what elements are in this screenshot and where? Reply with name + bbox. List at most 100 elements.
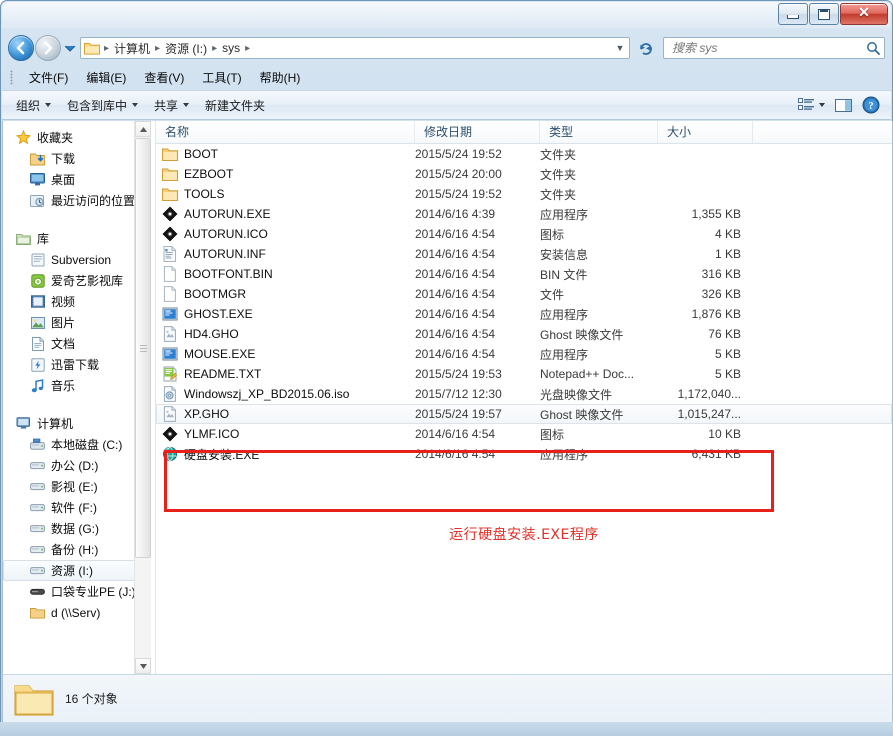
search-input[interactable] <box>664 41 862 55</box>
sidebar-item-favorites[interactable]: 收藏夹 <box>3 127 151 148</box>
file-name-cell: AUTORUN.ICO <box>156 226 415 242</box>
file-date-cell: 2014/6/16 4:54 <box>415 327 540 341</box>
menu-view[interactable]: 查看(V) <box>135 66 193 89</box>
recent-places-icon <box>29 193 46 209</box>
sidebar-label: 软件 (F:) <box>51 499 97 516</box>
share-button[interactable]: 共享 <box>146 93 197 118</box>
navigation-pane-scrollbar[interactable] <box>134 121 151 674</box>
sidebar-item-subversion[interactable]: Subversion <box>3 249 151 270</box>
forward-arrow-icon <box>41 41 55 55</box>
table-row[interactable]: AUTORUN.ICO2014/6/16 4:54图标4 KB <box>156 224 892 244</box>
breadcrumb-item-2[interactable]: sys <box>219 40 243 56</box>
address-dropdown-button[interactable]: ▼ <box>613 43 627 53</box>
sidebar-label: 口袋专业PE (J:) <box>51 583 136 600</box>
sidebar-item-drive-i[interactable]: 资源 (I:) <box>3 560 151 581</box>
table-row[interactable]: BOOT2015/5/24 19:52文件夹 <box>156 144 892 164</box>
sidebar-item-desktop[interactable]: 桌面 <box>3 169 151 190</box>
maximize-button[interactable] <box>809 3 839 25</box>
network-folder-icon <box>29 605 46 621</box>
scroll-up-button[interactable] <box>135 121 151 137</box>
sidebar-item-music[interactable]: 音乐 <box>3 375 151 396</box>
menu-edit[interactable]: 编辑(E) <box>77 66 135 89</box>
minimize-button[interactable] <box>778 3 808 25</box>
sidebar-item-recent-places[interactable]: 最近访问的位置 <box>3 190 151 211</box>
sidebar-item-computer[interactable]: 计算机 <box>3 413 151 434</box>
include-in-library-button[interactable]: 包含到库中 <box>59 93 146 118</box>
sidebar-item-drive-j[interactable]: 口袋专业PE (J:) <box>3 581 151 602</box>
table-row[interactable]: GHOST.EXE2014/6/16 4:54应用程序1,876 KB <box>156 304 892 324</box>
file-list-pane: 名称 修改日期 类型 大小 BOOT2015/5/24 19:52文件夹EZBO… <box>156 121 892 674</box>
sidebar-item-drive-c[interactable]: 本地磁盘 (C:) <box>3 434 151 455</box>
file-date-cell: 2014/6/16 4:54 <box>415 447 540 461</box>
table-row[interactable]: MOUSE.EXE2014/6/16 4:54应用程序5 KB <box>156 344 892 364</box>
file-type-cell: 安装信息 <box>540 246 658 263</box>
preview-pane-icon <box>835 98 852 113</box>
column-header-size[interactable]: 大小 <box>658 121 753 143</box>
sidebar-item-drive-g[interactable]: 数据 (G:) <box>3 518 151 539</box>
menu-tools[interactable]: 工具(T) <box>193 66 250 89</box>
sidebar-item-iqiyi[interactable]: 爱奇艺影视库 <box>3 270 151 291</box>
file-type-cell: 文件 <box>540 286 658 303</box>
sidebar-item-thunder-download[interactable]: 迅雷下载 <box>3 354 151 375</box>
sidebar-item-videos[interactable]: 视频 <box>3 291 151 312</box>
sidebar-label: 视频 <box>51 293 75 310</box>
table-row[interactable]: AUTORUN.INF2014/6/16 4:54安装信息1 KB <box>156 244 892 264</box>
sidebar-label: 本地磁盘 (C:) <box>51 436 122 453</box>
file-name-cell: AUTORUN.EXE <box>156 206 415 222</box>
file-name-label: GHOST.EXE <box>184 307 253 321</box>
table-row[interactable]: EZBOOT2015/5/24 20:00文件夹 <box>156 164 892 184</box>
table-row[interactable]: README.TXT2015/5/24 19:53Notepad++ Doc..… <box>156 364 892 384</box>
close-button[interactable]: ✕ <box>840 3 888 25</box>
table-row[interactable]: 硬盘安装.EXE2014/6/16 4:54应用程序6,431 KB <box>156 444 892 464</box>
table-row[interactable]: YLMF.ICO2014/6/16 4:54图标10 KB <box>156 424 892 444</box>
sidebar-item-drive-f[interactable]: 软件 (F:) <box>3 497 151 518</box>
column-header-name[interactable]: 名称 <box>156 121 415 143</box>
menu-file[interactable]: 文件(F) <box>20 66 77 89</box>
sidebar-item-network-folder[interactable]: d (\\Serv) <box>3 602 151 623</box>
address-bar[interactable]: ▸ 计算机 ▸ 资源 (I:) ▸ sys ▸ ▼ <box>80 37 630 59</box>
gho-file-icon <box>162 326 178 342</box>
search-box[interactable] <box>663 37 885 59</box>
forward-button[interactable] <box>35 35 61 61</box>
file-name-label: BOOT <box>184 147 218 161</box>
refresh-button[interactable] <box>634 36 658 60</box>
sidebar-item-drive-h[interactable]: 备份 (H:) <box>3 539 151 560</box>
column-header-date[interactable]: 修改日期 <box>415 121 540 143</box>
breadcrumb-item-1[interactable]: 资源 (I:) <box>162 39 210 58</box>
sidebar-item-pictures[interactable]: 图片 <box>3 312 151 333</box>
breadcrumb-separator: ▸ <box>102 43 111 54</box>
blank-file-icon <box>162 286 178 302</box>
sidebar-item-drive-d[interactable]: 办公 (D:) <box>3 455 151 476</box>
table-row[interactable]: BOOTFONT.BIN2014/6/16 4:54BIN 文件316 KB <box>156 264 892 284</box>
table-row[interactable]: TOOLS2015/5/24 19:52文件夹 <box>156 184 892 204</box>
new-folder-button[interactable]: 新建文件夹 <box>197 93 273 118</box>
table-row[interactable]: HD4.GHO2014/6/16 4:54Ghost 映像文件76 KB <box>156 324 892 344</box>
sidebar-item-documents[interactable]: 文档 <box>3 333 151 354</box>
breadcrumb-item-0[interactable]: 计算机 <box>111 39 153 58</box>
nav-group-favorites: 收藏夹 下载 <box>3 127 151 211</box>
column-header-type[interactable]: 类型 <box>540 121 658 143</box>
table-row[interactable]: XP.GHO2015/5/24 19:57Ghost 映像文件1,015,247… <box>156 404 892 424</box>
sidebar-item-libraries[interactable]: 库 <box>3 228 151 249</box>
table-row[interactable]: Windowszj_XP_BD2015.06.iso2015/7/12 12:3… <box>156 384 892 404</box>
drive-icon <box>29 521 46 537</box>
drive-icon <box>29 458 46 474</box>
table-row[interactable]: BOOTMGR2014/6/16 4:54文件326 KB <box>156 284 892 304</box>
sidebar-label: 桌面 <box>51 171 75 188</box>
organize-button[interactable]: 组织 <box>8 93 59 118</box>
sidebar-item-drive-e[interactable]: 影视 (E:) <box>3 476 151 497</box>
history-dropdown-button[interactable] <box>63 36 77 60</box>
change-view-button[interactable] <box>793 95 830 115</box>
file-name-cell: MOUSE.EXE <box>156 346 415 362</box>
sidebar-item-downloads[interactable]: 下载 <box>3 148 151 169</box>
menu-help[interactable]: 帮助(H) <box>251 66 310 89</box>
scrollbar-thumb[interactable] <box>135 138 151 558</box>
file-type-cell: 应用程序 <box>540 306 658 323</box>
table-row[interactable]: AUTORUN.EXE2014/6/16 4:39应用程序1,355 KB <box>156 204 892 224</box>
scroll-down-button[interactable] <box>135 658 151 674</box>
file-type-cell: 应用程序 <box>540 206 658 223</box>
preview-pane-button[interactable] <box>830 95 857 116</box>
back-button[interactable] <box>8 35 34 61</box>
help-button[interactable]: ? <box>857 93 885 117</box>
file-date-cell: 2014/6/16 4:54 <box>415 247 540 261</box>
